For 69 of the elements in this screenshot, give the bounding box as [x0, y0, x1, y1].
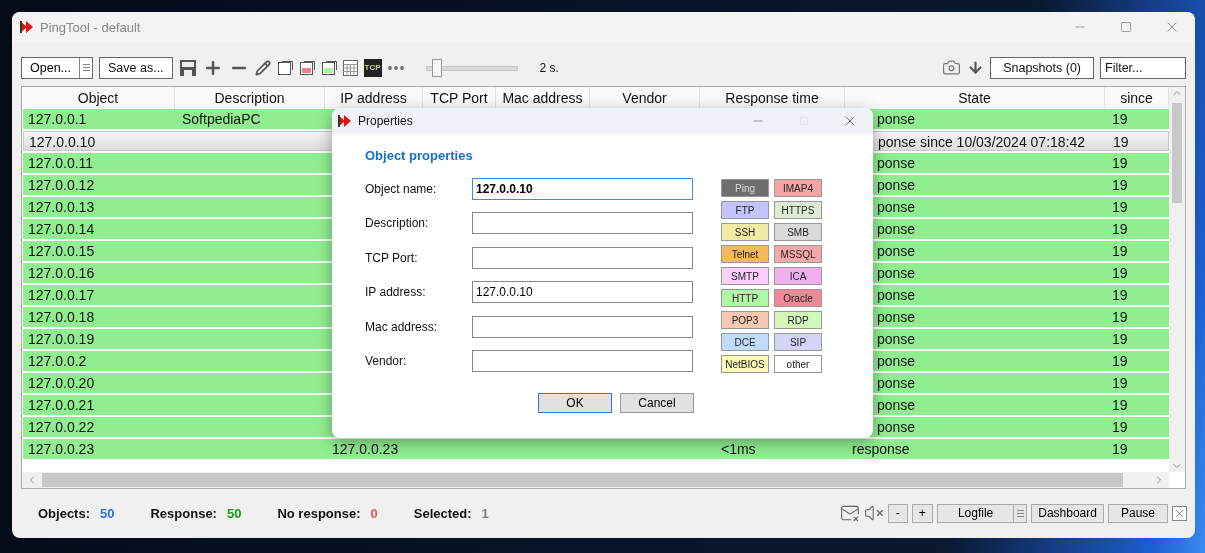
interval-reading: 2 s.	[539, 60, 559, 75]
table-cell-text: 19	[1111, 351, 1129, 371]
field-label: Vendor:	[365, 354, 408, 369]
field-label: TCP Port:	[365, 250, 419, 265]
table-cell-text: 127.0.0.14	[27, 219, 96, 239]
table-cell-text: 19	[1111, 307, 1129, 327]
count-value: 1	[481, 505, 489, 521]
table-cell-text: 127.0.0.18	[27, 307, 96, 327]
table-cell-text: ponse	[876, 197, 917, 217]
table-cell-text: 19	[1111, 219, 1129, 239]
count-label: No response:	[277, 505, 361, 521]
table-cell-text: 127.0.0.17	[27, 285, 96, 305]
table-cell-text: ponse	[876, 175, 917, 195]
count-label: Selected:	[413, 505, 472, 521]
table-cell-text: 19	[1112, 132, 1130, 152]
table-cell-text: 127.0.0.2	[27, 351, 88, 371]
table-cell-text: 19	[1111, 417, 1129, 437]
table-cell-text: 127.0.0.11	[27, 153, 95, 173]
table-cell-text: 127.0.0.21	[27, 395, 96, 415]
field-label: Description:	[365, 216, 430, 231]
table-cell-text: 127.0.0.23	[27, 439, 96, 459]
dialog-title: Properties	[358, 114, 414, 128]
table-cell-text: 127.0.0.10	[28, 132, 97, 152]
window-title: PingTool - default	[40, 19, 142, 35]
table-cell-text: ponse	[876, 285, 917, 305]
table-cell-text: 127.0.0.23	[331, 439, 400, 459]
table-cell-text: 19	[1111, 395, 1129, 415]
table-cell-text: ponse	[876, 329, 917, 349]
table-cell-text: <1ms	[720, 439, 757, 459]
table-cell-text: ponse	[876, 263, 917, 283]
table-cell-text: ponse	[876, 241, 917, 261]
table-cell-text: 127.0.0.20	[27, 373, 96, 393]
table-cell-text: ponse	[876, 373, 917, 393]
table-cell-text: ponse	[876, 153, 917, 173]
field-label: Object name:	[365, 181, 438, 196]
count-value: 50	[100, 505, 115, 521]
table-cell-text: ponse	[876, 351, 917, 371]
table-cell-text: SoftpediaPC	[181, 109, 262, 129]
table-cell-text: 19	[1111, 109, 1129, 129]
count-value: 50	[226, 505, 242, 521]
table-cell-text: 19	[1111, 241, 1129, 261]
table-cell-text: 19	[1111, 197, 1129, 217]
count-value: 0	[370, 505, 378, 521]
field-label: Mac address:	[365, 319, 439, 334]
table-cell-text: ponse	[876, 109, 917, 129]
table-cell-text: 127.0.0.16	[27, 263, 96, 283]
table-cell-text: 127.0.0.22	[27, 417, 96, 437]
table-cell-text: ponse	[876, 307, 917, 327]
table-cell-text: 19	[1111, 175, 1129, 195]
table-cell-text: ponse	[876, 417, 917, 437]
count-label: Objects:	[38, 505, 90, 521]
table-cell-text: 127.0.0.15	[27, 241, 96, 261]
table-cell-text: 127.0.0.12	[27, 175, 96, 195]
table-cell-text: 127.0.0.1	[27, 109, 88, 129]
table-cell-text: 19	[1111, 285, 1129, 305]
table-cell-text: ponse since 10/03/2024 07:18:42	[877, 132, 1087, 152]
table-cell-text: ponse	[876, 219, 917, 239]
table-cell-text: response	[851, 439, 911, 459]
dialog-heading: Object properties	[365, 148, 474, 163]
table-cell-text: ponse	[876, 395, 917, 415]
field-label: IP address:	[365, 285, 427, 300]
table-cell-text: 19	[1111, 263, 1129, 283]
table-cell-text: 127.0.0.13	[27, 197, 96, 217]
table-cell-text: 19	[1111, 373, 1129, 393]
table-cell-text: 19	[1111, 153, 1129, 173]
table-cell-text: 19	[1111, 439, 1129, 459]
count-label: Response:	[150, 505, 217, 521]
table-cell-text: 19	[1111, 329, 1129, 349]
table-cell-text: 127.0.0.19	[27, 329, 96, 349]
